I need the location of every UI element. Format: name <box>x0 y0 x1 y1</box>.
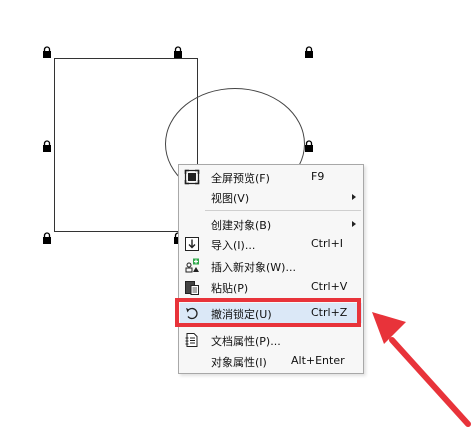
document-properties-icon <box>185 333 198 347</box>
lock-handle-icon[interactable] <box>42 46 52 58</box>
menu-item-paste[interactable]: 粘贴(P) Ctrl+V <box>180 277 362 297</box>
fullscreen-preview-icon <box>184 169 200 185</box>
submenu-arrow-icon <box>352 221 356 227</box>
menu-item-shortcut: F9 <box>311 170 325 183</box>
lock-handle-icon[interactable] <box>304 46 314 58</box>
menu-item-label: 视图(V) <box>211 192 250 205</box>
menu-item-insert-new-object[interactable]: 插入新对象(W)... <box>180 256 362 276</box>
annotation-arrow-icon <box>372 312 471 427</box>
menu-item-label: 粘贴(P) <box>211 282 249 295</box>
menu-item-fullscreen-preview[interactable]: 全屏预览(F) F9 <box>180 167 362 187</box>
menu-item-label: 导入(I)... <box>211 239 256 252</box>
annotation-highlight-box <box>175 298 361 327</box>
menu-item-view[interactable]: 视图(V) <box>180 187 362 207</box>
menu-item-shortcut: Alt+Enter <box>291 354 345 367</box>
menu-item-label: 文档属性(P)... <box>211 335 281 348</box>
lock-handle-icon[interactable] <box>42 232 52 244</box>
submenu-arrow-icon <box>352 194 356 200</box>
menu-item-label: 全屏预览(F) <box>211 172 270 185</box>
import-icon <box>185 237 199 251</box>
lock-handle-icon[interactable] <box>173 46 183 58</box>
context-menu: 全屏预览(F) F9 视图(V) 创建对象(B) 导入(I)... Ctrl+I… <box>178 164 364 374</box>
menu-item-create-object[interactable]: 创建对象(B) <box>180 214 362 234</box>
menu-item-shortcut: Ctrl+I <box>311 237 344 250</box>
menu-item-label: 创建对象(B) <box>211 219 272 232</box>
menu-item-object-properties[interactable]: 对象属性(I) Alt+Enter <box>180 351 362 371</box>
menu-separator <box>205 210 361 211</box>
menu-item-label: 插入新对象(W)... <box>211 261 296 274</box>
menu-item-shortcut: Ctrl+V <box>311 280 348 293</box>
lock-handle-icon[interactable] <box>42 140 52 152</box>
menu-item-label: 对象属性(I) <box>211 356 267 369</box>
insert-object-icon <box>185 258 199 273</box>
menu-item-document-properties[interactable]: 文档属性(P)... <box>180 330 362 350</box>
menu-item-import[interactable]: 导入(I)... Ctrl+I <box>180 234 362 254</box>
lock-handle-icon[interactable] <box>304 140 314 152</box>
paste-icon <box>185 281 199 295</box>
